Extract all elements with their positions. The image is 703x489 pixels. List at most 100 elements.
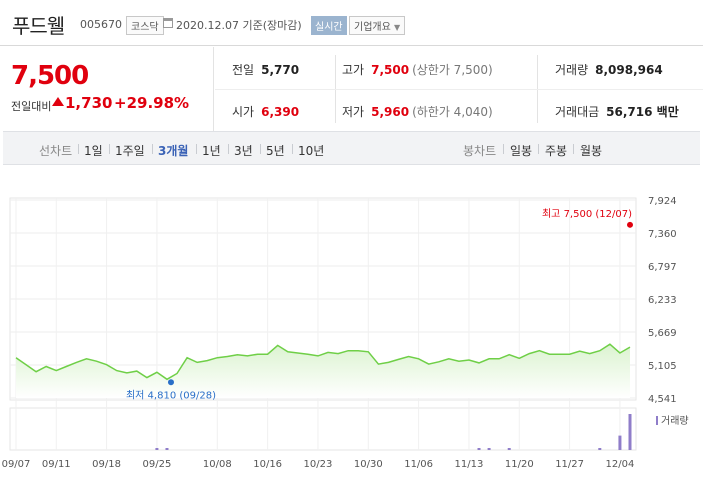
tab-1week[interactable]: 1주일 xyxy=(115,142,145,159)
y-tick-label: 7,360 xyxy=(648,229,677,240)
x-tick-label: 10/23 xyxy=(304,459,333,470)
stat-prev-close: 전일 5,770 xyxy=(232,61,299,78)
min-label: 최저 4,810 (09/28) xyxy=(126,389,216,401)
price-chart[interactable]: 7,924 7,360 6,797 6,233 5,669 5,105 4,541 09/07… xyxy=(0,165,703,489)
divider xyxy=(260,144,261,154)
x-tick-label: 09/25 xyxy=(143,459,172,470)
volume-legend-marker xyxy=(656,416,658,425)
min-point xyxy=(167,379,174,386)
x-tick-label: 11/06 xyxy=(404,459,433,470)
x-tick-label: 11/13 xyxy=(455,459,484,470)
volume-label: 거래량 xyxy=(661,415,689,427)
tab-weekly[interactable]: 주봉 xyxy=(545,142,567,159)
divider xyxy=(538,144,539,154)
x-tick-label: 11/20 xyxy=(505,459,534,470)
divider xyxy=(215,89,703,90)
price-change-pct: +29.98% xyxy=(114,94,190,112)
chart-tab-bar: 선차트 1일 1주일 3개월 1년 3년 5년 10년 봉차트 일봉 주봉 월봉 xyxy=(3,131,700,165)
price-change: 1,730 xyxy=(65,94,113,112)
volume-bar xyxy=(477,448,481,450)
stat-value: 7,500 xyxy=(371,63,410,77)
chevron-down-icon: ▼ xyxy=(394,23,401,32)
stock-name[interactable]: 푸드웰 xyxy=(12,10,65,39)
max-label: 최고 7,500 (12/07) xyxy=(542,208,632,220)
stock-code: 005670 xyxy=(80,18,122,31)
stat-value: 56,716 백만 xyxy=(606,105,679,119)
x-tick-label: 10/16 xyxy=(253,459,282,470)
stat-high: 고가 7,500 (상한가 7,500) xyxy=(342,61,493,78)
lower-limit: (하한가 4,040) xyxy=(412,105,493,119)
y-tick-label: 5,105 xyxy=(648,361,677,372)
market-badge: 코스닥 xyxy=(126,16,164,35)
stat-label: 거래대금 xyxy=(555,105,600,119)
candle-chart-label: 봉차트 xyxy=(463,144,497,158)
stat-label: 시가 xyxy=(232,105,255,119)
stock-header: 푸드웰 005670 코스닥 2020.12.07 기준(장마감) 실시간 기업… xyxy=(0,0,703,46)
stat-value: 8,098,964 xyxy=(595,63,663,77)
y-tick-label: 5,669 xyxy=(648,328,677,339)
tab-monthly[interactable]: 월봉 xyxy=(580,142,602,159)
tab-1day[interactable]: 1일 xyxy=(84,142,103,159)
divider xyxy=(503,144,504,154)
realtime-button[interactable]: 실시간 xyxy=(311,16,347,35)
x-tick-label: 12/04 xyxy=(606,459,635,470)
price-area xyxy=(16,344,630,398)
tab-daily[interactable]: 일봉 xyxy=(510,142,532,159)
corp-info-label: 기업개요 xyxy=(354,22,391,33)
stat-low: 저가 5,960 (하한가 4,040) xyxy=(342,103,493,120)
divider xyxy=(109,144,110,154)
volume-frame xyxy=(9,407,637,451)
upper-limit: (상한가 7,500) xyxy=(412,63,493,77)
price-chart-svg[interactable]: 7,924 7,360 6,797 6,233 5,669 5,105 4,541 09/07… xyxy=(0,165,703,489)
x-tick-label: 10/08 xyxy=(203,459,232,470)
y-tick-label: 7,924 xyxy=(648,196,677,207)
max-point xyxy=(627,221,633,228)
tab-1year[interactable]: 1년 xyxy=(202,142,221,159)
x-tick-label: 09/07 xyxy=(2,459,31,470)
divider xyxy=(292,144,293,154)
tab-3year[interactable]: 3년 xyxy=(234,142,253,159)
volume-bar xyxy=(628,414,632,450)
price-summary: 7,500 전일대비 1,730 +29.98% xyxy=(0,47,214,131)
stat-value: 5,770 xyxy=(261,63,300,77)
line-chart-label: 선차트 xyxy=(39,144,73,158)
base-date: 2020.12.07 기준(장마감) xyxy=(176,19,302,32)
volume-bar xyxy=(507,448,511,450)
corp-info-dropdown[interactable]: 기업개요 ▼ xyxy=(349,16,406,35)
volume-bar xyxy=(165,448,169,450)
divider xyxy=(228,144,229,154)
stat-label: 저가 xyxy=(342,105,365,119)
tab-5year[interactable]: 5년 xyxy=(266,142,285,159)
current-price: 7,500 xyxy=(11,61,89,91)
calendar-icon xyxy=(163,18,173,28)
change-label: 전일대비 xyxy=(11,100,52,113)
x-tick-label: 11/27 xyxy=(555,459,584,470)
x-tick-label: 09/11 xyxy=(42,459,71,470)
volume-bar xyxy=(598,448,602,450)
stat-open: 시가 6,390 xyxy=(232,103,299,120)
stat-label: 고가 xyxy=(342,63,365,77)
volume-bar xyxy=(618,435,622,450)
y-tick-label: 4,541 xyxy=(648,394,677,405)
y-tick-label: 6,233 xyxy=(648,295,677,306)
divider xyxy=(196,144,197,154)
volume-bar xyxy=(487,448,491,450)
stat-label: 거래량 xyxy=(555,63,589,77)
x-tick-label: 10/30 xyxy=(354,459,383,470)
divider xyxy=(573,144,574,154)
volume-bar xyxy=(155,448,159,450)
stat-volume: 거래량 8,098,964 xyxy=(555,61,663,78)
stock-panel: 푸드웰 005670 코스닥 2020.12.07 기준(장마감) 실시간 기업… xyxy=(0,0,703,489)
tab-10year[interactable]: 10년 xyxy=(298,142,324,159)
stats-grid: 전일 5,770 고가 7,500 (상한가 7,500) 거래량 8,098,964 … xyxy=(215,47,703,131)
stat-amount: 거래대금 56,716 백만 xyxy=(555,103,679,120)
y-tick-label: 6,797 xyxy=(648,262,677,273)
stat-value: 6,390 xyxy=(261,105,300,119)
tab-3month[interactable]: 3개월 xyxy=(158,142,188,159)
up-arrow-icon xyxy=(52,97,64,106)
divider xyxy=(152,144,153,154)
stat-label: 전일 xyxy=(232,63,255,77)
x-tick-label: 09/18 xyxy=(92,459,121,470)
stat-value: 5,960 xyxy=(371,105,410,119)
divider xyxy=(78,144,79,154)
